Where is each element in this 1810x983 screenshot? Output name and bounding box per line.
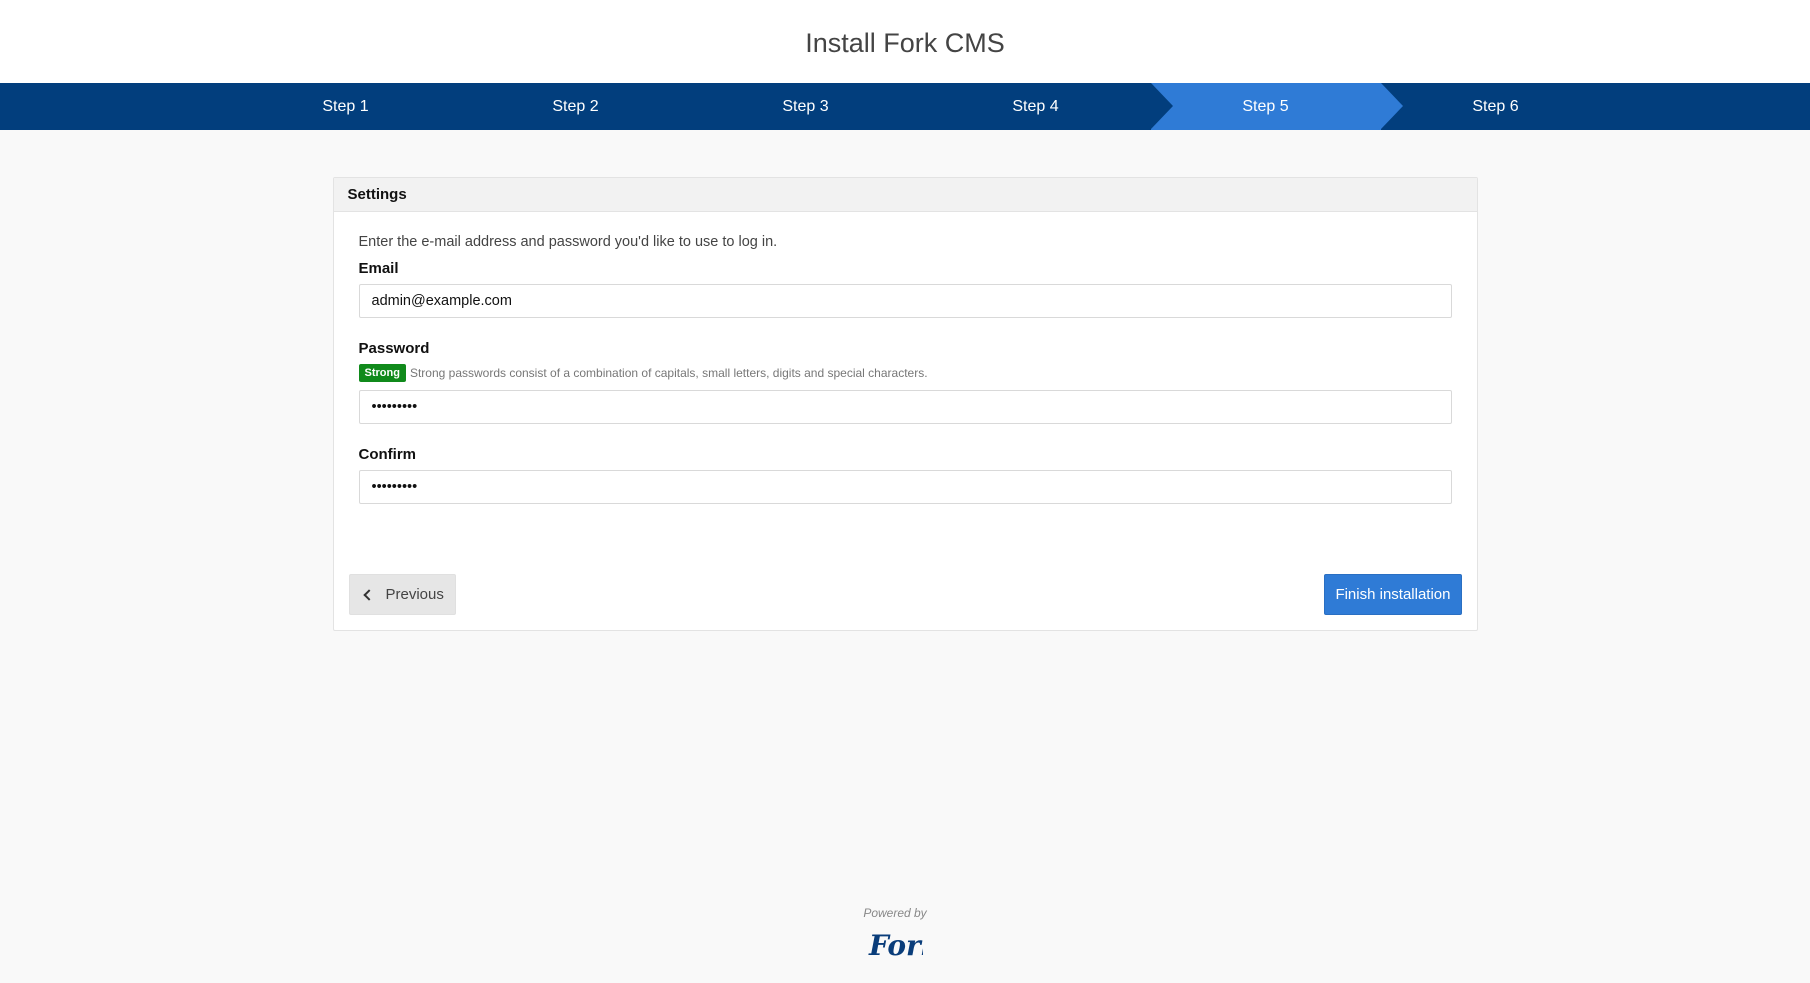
step-6[interactable]: Step 6 [1381, 83, 1611, 130]
steps-list: Step 1 Step 2 Step 3 Step 4 Step 5 Step … [231, 83, 1611, 130]
intro-text: Enter the e-mail address and password yo… [358, 234, 778, 250]
steps-bar: Step 1 Step 2 Step 3 Step 4 Step 5 Step … [0, 83, 1810, 130]
panel-heading: Settings [333, 178, 1477, 212]
step-2[interactable]: Step 2 [461, 83, 691, 130]
page-title: Install Fork CMS [805, 27, 1005, 58]
confirm-label: Confirm [358, 446, 417, 463]
confirm-password-field[interactable] [358, 470, 1452, 504]
previous-button[interactable]: Previous [348, 574, 456, 615]
page-footer: Powered by Fork [0, 906, 1790, 967]
settings-panel: Settings Enter the e-mail address and pa… [332, 177, 1478, 631]
fork-logo[interactable]: Fork [867, 928, 940, 967]
password-field[interactable] [358, 390, 1452, 424]
password-strength: Strong Strong passwords consist of a com… [358, 364, 1452, 382]
panel-body: Enter the e-mail address and password yo… [334, 212, 1477, 536]
step-1[interactable]: Step 1 [231, 83, 461, 130]
step-4[interactable]: Step 4 [921, 83, 1151, 130]
chevron-left-icon [362, 588, 375, 601]
password-group: Password Strong Strong passwords consist… [358, 340, 1452, 424]
finish-installation-button[interactable]: Finish installation [1324, 574, 1462, 615]
step-5[interactable]: Step 5 [1150, 83, 1403, 130]
previous-label: Previous [385, 586, 444, 603]
panel-footer: Previous Finish installation [334, 536, 1477, 630]
email-label: Email [358, 260, 399, 277]
strength-help-text: Strong passwords consist of a combinatio… [409, 366, 928, 380]
email-field[interactable] [358, 284, 1452, 318]
fork-logo-text: Fork [868, 929, 923, 962]
confirm-group: Confirm [358, 446, 1452, 504]
password-label: Password [358, 340, 430, 357]
step-3[interactable]: Step 3 [691, 83, 921, 130]
strength-badge: Strong [358, 364, 406, 382]
page-header: Install Fork CMS [0, 0, 1810, 83]
powered-by-text: Powered by [863, 906, 927, 920]
email-group: Email [358, 260, 1452, 318]
fork-logo-mark: Fork [868, 929, 940, 962]
